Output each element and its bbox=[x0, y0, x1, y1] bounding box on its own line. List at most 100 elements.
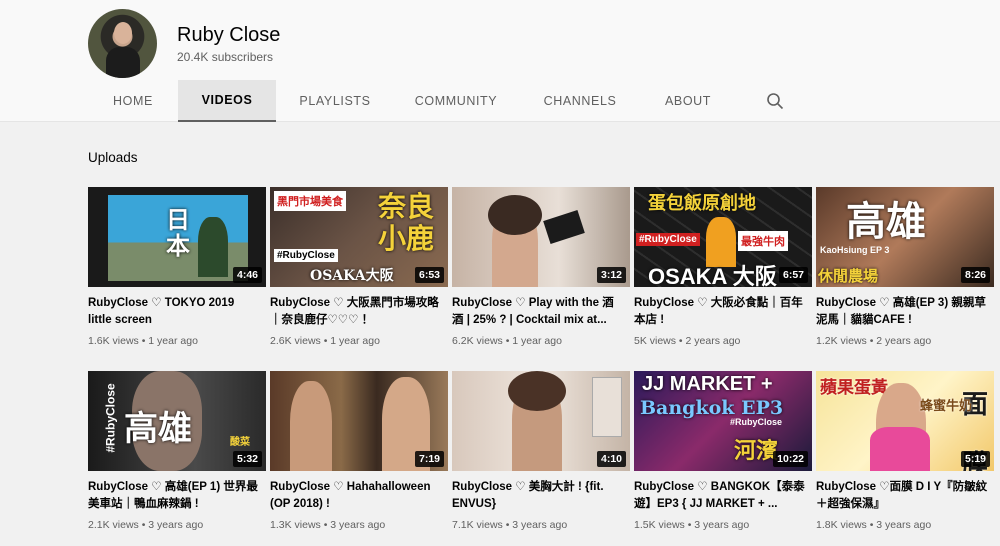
video-thumbnail[interactable]: 日本 4:46 bbox=[88, 187, 266, 287]
video-title[interactable]: RubyClose ♡ Hahahalloween (OP 2018) ! bbox=[270, 479, 442, 513]
thumbnail-tag: #RubyClose bbox=[636, 233, 700, 246]
tab-videos[interactable]: VIDEOS bbox=[178, 80, 276, 122]
video-meta: 1.3K views • 3 years ago bbox=[270, 519, 386, 531]
video-card[interactable]: JJ MARKET + Bangkok EP3 #RubyClose 河濱 10… bbox=[634, 371, 812, 531]
upload-age: 3 years ago bbox=[694, 519, 750, 531]
upload-age: 3 years ago bbox=[148, 519, 204, 531]
view-count: 1.8K views bbox=[816, 519, 867, 531]
video-duration: 8:26 bbox=[960, 267, 990, 283]
video-meta: 6.2K views • 1 year ago bbox=[452, 335, 562, 347]
video-card[interactable]: 7:19 RubyClose ♡ Hahahalloween (OP 2018)… bbox=[270, 371, 448, 531]
video-duration: 4:10 bbox=[596, 451, 626, 467]
thumbnail-extra-text: 酸菜 bbox=[230, 437, 250, 448]
channel-avatar[interactable] bbox=[88, 9, 157, 78]
view-count: 1.3K views bbox=[270, 519, 321, 531]
view-count: 1.5K views bbox=[634, 519, 685, 531]
video-duration: 6:53 bbox=[414, 267, 444, 283]
video-title[interactable]: RubyClose ♡ BANGKOK【泰泰遊】EP3 { JJ MARKET … bbox=[634, 479, 806, 513]
video-duration: 7:19 bbox=[414, 451, 444, 467]
video-duration: 5:32 bbox=[232, 451, 262, 467]
thumbnail-extra-text: 休閒農場 bbox=[818, 267, 879, 285]
video-duration: 4:46 bbox=[232, 267, 262, 283]
tab-community[interactable]: COMMUNITY bbox=[394, 80, 518, 122]
thumbnail-text: 奈良小鹿 bbox=[378, 190, 435, 255]
video-card[interactable]: 3:12 RubyClose ♡ Play with the 酒酒 | 25% … bbox=[452, 187, 630, 347]
video-duration: 10:22 bbox=[773, 451, 808, 467]
view-count: 1.6K views bbox=[88, 335, 139, 347]
video-card[interactable]: 蘋果蛋黃 面膜 蜂蜜牛奶 5:19 RubyClose ♡面膜 D I Y『防皺… bbox=[816, 371, 994, 531]
thumbnail-extra-text: 蜂蜜牛奶 bbox=[920, 399, 973, 414]
video-meta: 1.8K views • 3 years ago bbox=[816, 519, 932, 531]
view-count: 2.1K views bbox=[88, 519, 139, 531]
upload-age: 1 year ago bbox=[512, 335, 562, 347]
thumbnail-extra-text: 最強牛肉 bbox=[738, 231, 788, 251]
view-count: 5K views bbox=[634, 335, 677, 347]
video-duration: 6:57 bbox=[778, 267, 808, 283]
video-title[interactable]: RubyClose ♡面膜 D I Y『防皺紋＋超強保濕』 bbox=[816, 479, 988, 513]
search-icon[interactable] bbox=[766, 92, 784, 110]
video-card[interactable]: 黑門市場美食 #RubyClose 奈良小鹿 OSAKA大阪 6:53 Ruby… bbox=[270, 187, 448, 347]
upload-age: 1 year ago bbox=[148, 335, 198, 347]
video-title[interactable]: RubyClose ♡ 高雄(EP 1) 世界最美車站｜鴨血麻辣鍋 ! bbox=[88, 479, 260, 513]
video-thumbnail[interactable]: #RubyClose 高雄 酸菜 5:32 bbox=[88, 371, 266, 471]
view-count: 6.2K views bbox=[452, 335, 503, 347]
video-title[interactable]: RubyClose ♡ 大阪必食點｜百年本店 ! bbox=[634, 295, 806, 329]
video-thumbnail[interactable]: 4:10 bbox=[452, 371, 630, 471]
video-duration: 3:12 bbox=[596, 267, 626, 283]
video-meta: 1.2K views • 2 years ago bbox=[816, 335, 932, 347]
thumbnail-subtext: 蛋包飯原創地 bbox=[648, 193, 756, 214]
video-thumbnail[interactable]: 3:12 bbox=[452, 187, 630, 287]
section-title-uploads: Uploads bbox=[88, 150, 138, 165]
upload-age: 3 years ago bbox=[876, 519, 932, 531]
tab-playlists[interactable]: PLAYLISTS bbox=[276, 80, 394, 122]
video-title[interactable]: RubyClose ♡ TOKYO 2019 little screen bbox=[88, 295, 260, 329]
view-count: 2.6K views bbox=[270, 335, 321, 347]
avatar-face bbox=[114, 22, 132, 44]
video-duration: 5:19 bbox=[960, 451, 990, 467]
thumbnail-extra-text: OSAKA大阪 bbox=[310, 268, 394, 284]
channel-header: Ruby Close 20.4K subscribers HOME VIDEOS… bbox=[0, 0, 1000, 122]
video-thumbnail[interactable]: 高雄 KaoHsiung EP 3 休閒農場 8:26 bbox=[816, 187, 994, 287]
upload-age: 2 years ago bbox=[685, 335, 741, 347]
subscriber-count: 20.4K subscribers bbox=[177, 50, 274, 64]
video-card[interactable]: 日本 4:46 RubyClose ♡ TOKYO 2019 little sc… bbox=[88, 187, 266, 347]
tab-home[interactable]: HOME bbox=[88, 80, 178, 122]
thumbnail-extra-text: 河濱 bbox=[734, 438, 779, 464]
video-meta: 2.1K views • 3 years ago bbox=[88, 519, 204, 531]
video-thumbnail[interactable]: 黑門市場美食 #RubyClose 奈良小鹿 OSAKA大阪 6:53 bbox=[270, 187, 448, 287]
thumbnail-tag: #RubyClose bbox=[274, 249, 338, 262]
video-thumbnail[interactable]: JJ MARKET + Bangkok EP3 #RubyClose 河濱 10… bbox=[634, 371, 812, 471]
upload-age: 3 years ago bbox=[512, 519, 568, 531]
video-card[interactable]: 高雄 KaoHsiung EP 3 休閒農場 8:26 RubyClose ♡ … bbox=[816, 187, 994, 347]
video-thumbnail[interactable]: 蘋果蛋黃 面膜 蜂蜜牛奶 5:19 bbox=[816, 371, 994, 471]
thumbnail-text: 高雄 bbox=[846, 198, 926, 245]
thumbnail-subtext: KaoHsiung EP 3 bbox=[820, 245, 890, 255]
thumbnail-subtext: 蘋果蛋黃 bbox=[820, 378, 888, 398]
video-title[interactable]: RubyClose ♡ 高雄(EP 3) 親親草泥馬｜貓貓CAFE ! bbox=[816, 295, 988, 329]
video-title[interactable]: RubyClose ♡ 大阪黑門市場攻略｜奈良鹿仔♡♡♡ ！ bbox=[270, 295, 442, 329]
view-count: 1.2K views bbox=[816, 335, 867, 347]
video-card[interactable]: 4:10 RubyClose ♡ 美胸大計 ! {fit. ENVUS} 7.1… bbox=[452, 371, 630, 531]
video-thumbnail[interactable]: 7:19 bbox=[270, 371, 448, 471]
tab-channels[interactable]: CHANNELS bbox=[518, 80, 642, 122]
thumbnail-text: OSAKA 大阪 bbox=[648, 264, 777, 287]
thumbnail-text: 高雄 bbox=[124, 409, 192, 449]
avatar-body bbox=[106, 47, 140, 78]
video-card[interactable]: 蛋包飯原創地 #RubyClose 最強牛肉 OSAKA 大阪 6:57 Rub… bbox=[634, 187, 812, 347]
video-meta: 1.6K views • 1 year ago bbox=[88, 335, 198, 347]
video-meta: 1.5K views • 3 years ago bbox=[634, 519, 750, 531]
thumbnail-tag: #RubyClose bbox=[730, 417, 783, 427]
video-meta: 5K views • 2 years ago bbox=[634, 335, 741, 347]
upload-age: 1 year ago bbox=[330, 335, 380, 347]
video-card[interactable]: #RubyClose 高雄 酸菜 5:32 RubyClose ♡ 高雄(EP … bbox=[88, 371, 266, 531]
video-title[interactable]: RubyClose ♡ Play with the 酒酒 | 25% ? | C… bbox=[452, 295, 624, 329]
upload-age: 2 years ago bbox=[876, 335, 932, 347]
view-count: 7.1K views bbox=[452, 519, 503, 531]
thumbnail-subtext: 黑門市場美食 bbox=[274, 191, 346, 211]
tab-about[interactable]: ABOUT bbox=[642, 80, 734, 122]
video-title[interactable]: RubyClose ♡ 美胸大計 ! {fit. ENVUS} bbox=[452, 479, 624, 513]
thumbnail-text: JJ MARKET + bbox=[642, 373, 773, 395]
thumbnail-text: 日本 bbox=[166, 205, 190, 260]
video-thumbnail[interactable]: 蛋包飯原創地 #RubyClose 最強牛肉 OSAKA 大阪 6:57 bbox=[634, 187, 812, 287]
thumbnail-subtext: Bangkok EP3 bbox=[640, 397, 784, 419]
